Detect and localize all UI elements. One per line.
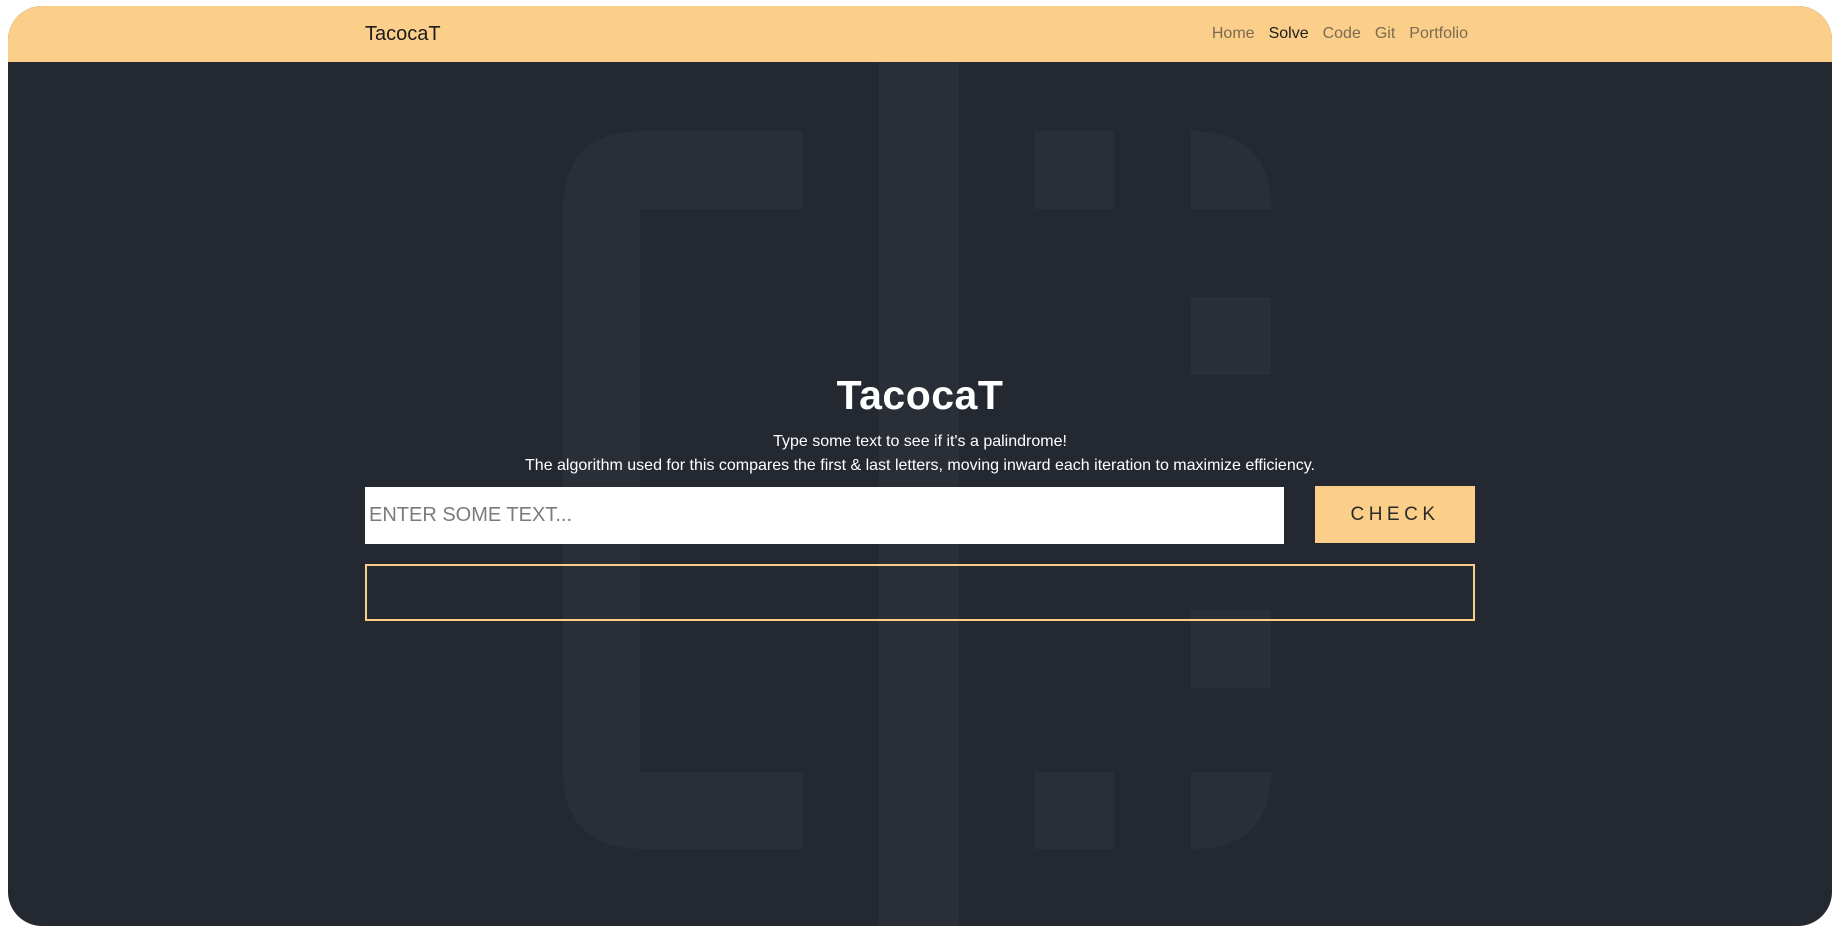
nav-link-portfolio[interactable]: Portfolio [1409, 25, 1468, 43]
palindrome-text-input[interactable] [365, 487, 1284, 544]
nav-link-code[interactable]: Code [1323, 25, 1361, 43]
check-button[interactable]: CHECK [1315, 486, 1475, 543]
app-window: TacocaT Home Solve Code Git Portfolio Ta… [8, 6, 1832, 926]
description-line-2: The algorithm used for this compares the… [525, 457, 1315, 474]
page-title: TacocaT [836, 372, 1004, 418]
nav-link-git[interactable]: Git [1375, 25, 1395, 43]
brand-link[interactable]: TacocaT [365, 23, 441, 46]
page-description: Type some text to see if it's a palindro… [8, 430, 1832, 478]
navbar: TacocaT Home Solve Code Git Portfolio [8, 6, 1832, 62]
nav-links: Home Solve Code Git Portfolio [1212, 25, 1468, 43]
nav-link-solve[interactable]: Solve [1269, 25, 1309, 43]
nav-link-home[interactable]: Home [1212, 25, 1255, 43]
description-line-1: Type some text to see if it's a palindro… [773, 433, 1067, 450]
result-output-box [365, 564, 1475, 621]
